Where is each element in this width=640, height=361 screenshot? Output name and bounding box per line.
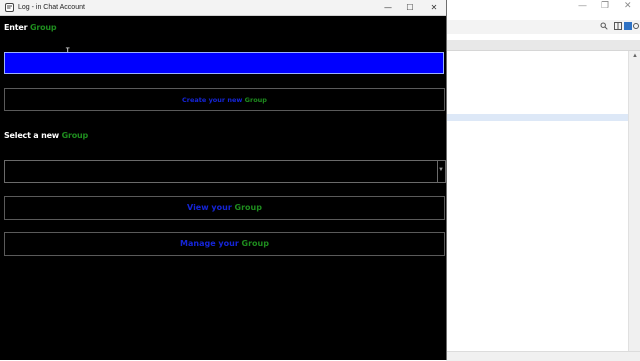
create-group-button[interactable]: Create your new Group — [4, 88, 445, 111]
view-group-button[interactable]: View your Group — [4, 196, 445, 220]
scroll-up-icon[interactable]: ▲ — [632, 53, 638, 59]
current-line-highlight — [446, 114, 628, 121]
layout-icon[interactable] — [614, 22, 622, 30]
title-bar[interactable]: Log - in Chat Account — ☐ ✕ — [0, 0, 446, 16]
settings-icon[interactable] — [632, 22, 640, 30]
enter-group-label-highlight: Group — [29, 23, 57, 32]
group-select-value[interactable] — [5, 161, 438, 182]
window-title: Log - in Chat Account — [18, 4, 85, 11]
close-button[interactable]: ✕ — [423, 0, 445, 15]
app-icon — [5, 3, 14, 12]
background-scrollbar[interactable]: ▲ — [628, 51, 640, 351]
select-group-label-highlight: Group — [61, 131, 89, 140]
background-toolbar — [446, 20, 640, 34]
maximize-button[interactable]: ☐ — [399, 0, 421, 15]
enter-group-label-prefix: Enter — [4, 23, 30, 32]
background-minimize-icon[interactable]: — — [578, 1, 587, 11]
select-group-label-prefix: Select a new — [4, 131, 62, 140]
background-tabstrip — [446, 40, 640, 51]
chat-account-window: Log - in Chat Account — ☐ ✕ Enter Group … — [0, 0, 447, 360]
background-close-icon[interactable]: ✕ — [624, 1, 632, 11]
create-group-button-text: Create your new Group — [182, 96, 267, 104]
background-window[interactable]: — ❐ ✕ ▲ — [446, 0, 640, 361]
enter-group-label: Enter Group — [4, 23, 57, 33]
select-group-label: Select a new Group — [4, 131, 88, 141]
group-name-input[interactable] — [4, 52, 444, 74]
chevron-down-icon[interactable]: ▼ — [438, 167, 444, 173]
background-titlebar: — ❐ ✕ — [446, 0, 640, 14]
minimize-button[interactable]: — — [377, 0, 399, 15]
view-group-button-text: View your Group — [187, 203, 262, 212]
panel-icon[interactable] — [624, 22, 632, 30]
background-editor[interactable] — [446, 51, 628, 351]
manage-group-button-text: Manage your Group — [180, 239, 269, 248]
search-icon[interactable] — [600, 22, 608, 30]
background-maximize-icon[interactable]: ❐ — [601, 1, 609, 11]
manage-group-button[interactable]: Manage your Group — [4, 232, 445, 256]
group-select-dropdown[interactable]: ▼ — [4, 160, 446, 183]
